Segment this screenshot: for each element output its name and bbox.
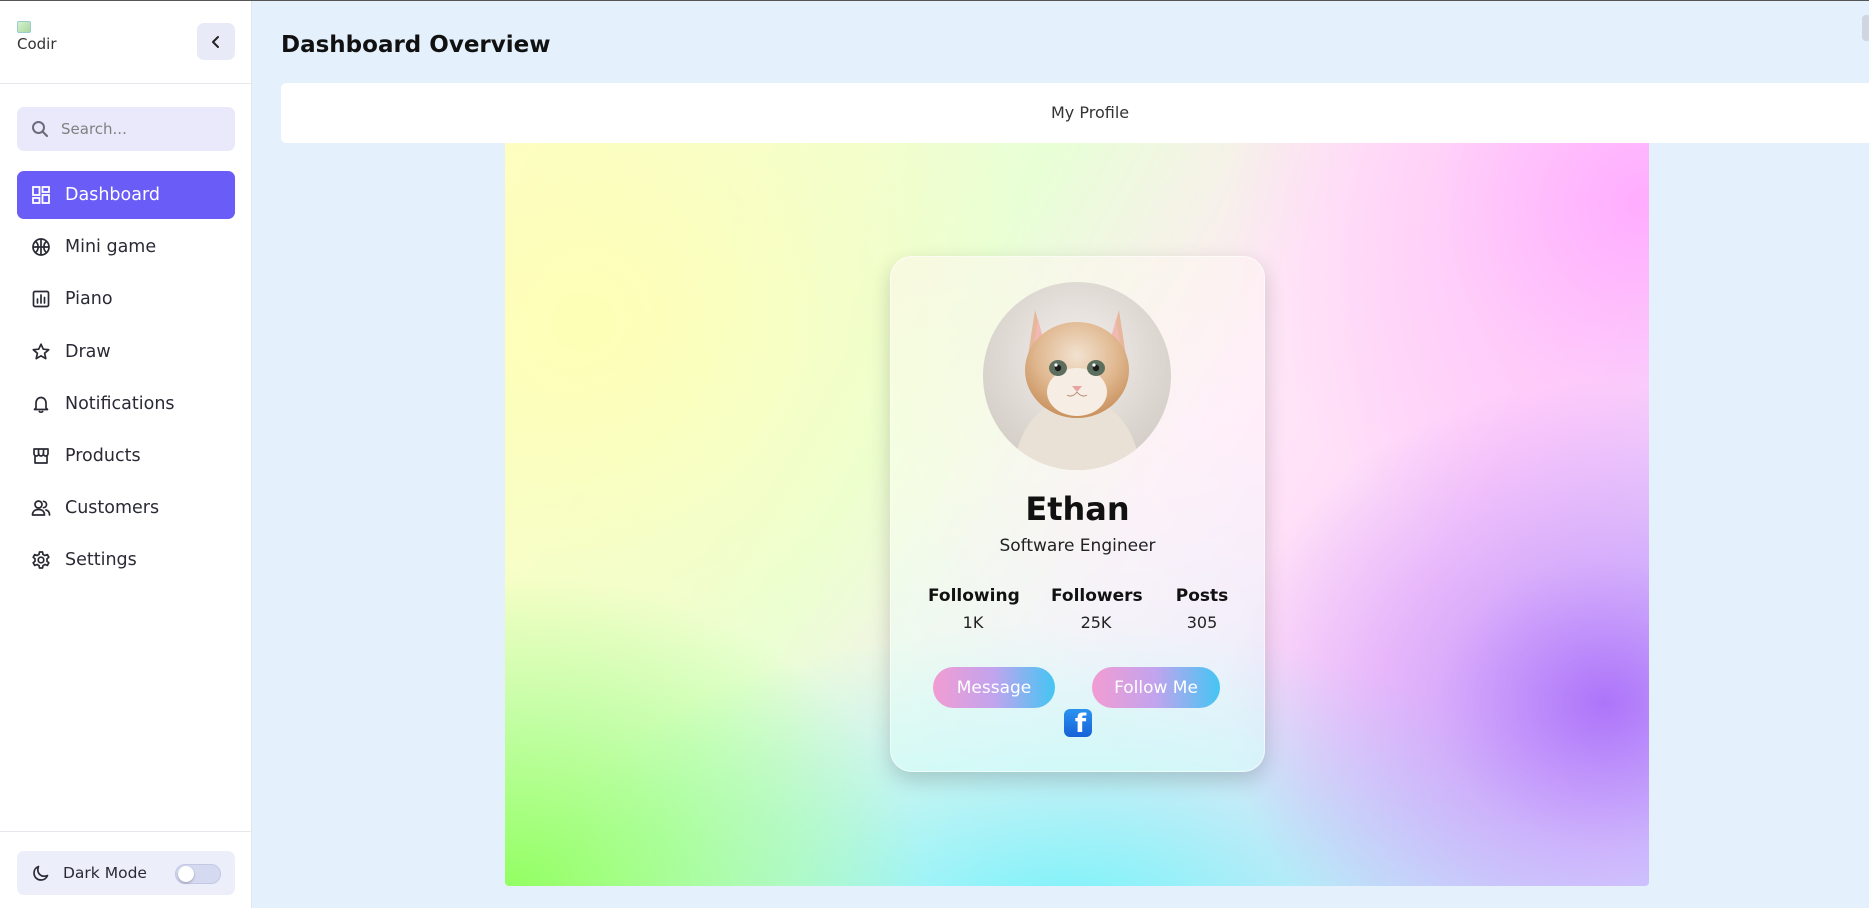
logo[interactable]: Codir xyxy=(17,21,61,57)
logo-area: Codir xyxy=(0,1,251,84)
sidebar-item-label: Notifications xyxy=(65,393,175,414)
tab-bar: My Profile xyxy=(281,83,1869,143)
dark-mode-row: Dark Mode xyxy=(17,851,235,895)
gear-icon xyxy=(31,550,51,570)
sidebar-item-draw[interactable]: Draw xyxy=(17,328,235,376)
toggle-knob xyxy=(178,866,194,882)
stat-label: Following xyxy=(928,586,1020,606)
sidebar-item-settings[interactable]: Settings xyxy=(17,536,235,584)
stat-followers: Followers 25K xyxy=(1051,586,1143,632)
page-title: Dashboard Overview xyxy=(281,32,551,58)
scrollbar[interactable] xyxy=(1862,15,1869,41)
basketball-icon xyxy=(31,237,51,257)
chart-icon xyxy=(31,289,51,309)
kitten-photo xyxy=(983,282,1171,470)
sidebar-item-products[interactable]: Products xyxy=(17,432,235,480)
avatar xyxy=(983,282,1171,470)
profile-role: Software Engineer xyxy=(999,536,1156,556)
dark-mode-toggle[interactable] xyxy=(175,864,221,884)
search-box[interactable] xyxy=(17,107,235,151)
stat-label: Followers xyxy=(1051,586,1143,606)
chevron-left-icon xyxy=(212,35,219,48)
search-input[interactable] xyxy=(61,120,221,138)
logo-alt-text: Codir xyxy=(17,35,57,53)
stat-following: Following 1K xyxy=(928,586,1020,632)
profile-card: Ethan Software Engineer Following 1K Fol… xyxy=(890,256,1265,772)
dark-mode-label: Dark Mode xyxy=(63,864,147,882)
profile-name: Ethan xyxy=(1025,490,1130,528)
star-icon xyxy=(31,342,51,362)
sidebar-footer: Dark Mode xyxy=(0,831,252,908)
users-icon xyxy=(31,498,51,518)
sidebar-item-label: Products xyxy=(65,445,141,466)
sidebar-item-piano[interactable]: Piano xyxy=(17,275,235,323)
sidebar-item-label: Customers xyxy=(65,498,160,519)
stat-value: 1K xyxy=(962,613,984,632)
sidebar-item-label: Draw xyxy=(65,341,111,362)
collapse-sidebar-button[interactable] xyxy=(197,23,235,60)
stat-value: 25K xyxy=(1080,613,1112,632)
sidebar-nav: Dashboard Mini game Piano Draw Notificat… xyxy=(17,171,235,589)
sidebar-item-label: Settings xyxy=(65,550,137,571)
sidebar-item-label: Mini game xyxy=(65,237,157,258)
sidebar-item-label: Piano xyxy=(65,289,113,310)
profile-background: Ethan Software Engineer Following 1K Fol… xyxy=(505,143,1649,886)
stat-posts: Posts 305 xyxy=(1172,586,1232,632)
message-button[interactable]: Message xyxy=(933,667,1055,708)
facebook-icon[interactable]: f xyxy=(1064,709,1092,737)
sidebar-item-label: Dashboard xyxy=(65,185,160,205)
stat-value: 305 xyxy=(1186,613,1218,632)
sidebar: Codir Dashboard Mini game Piano xyxy=(0,1,252,908)
broken-image-icon xyxy=(17,21,31,33)
follow-button[interactable]: Follow Me xyxy=(1092,667,1220,708)
dashboard-icon xyxy=(31,185,51,205)
stat-label: Posts xyxy=(1175,586,1229,606)
sidebar-item-customers[interactable]: Customers xyxy=(17,484,235,532)
sidebar-item-dashboard[interactable]: Dashboard xyxy=(17,171,235,219)
sidebar-item-mini-game[interactable]: Mini game xyxy=(17,223,235,271)
moon-icon xyxy=(31,863,51,883)
store-icon xyxy=(31,446,51,466)
bell-icon xyxy=(31,394,51,414)
tab-my-profile[interactable]: My Profile xyxy=(1051,103,1129,122)
search-icon xyxy=(32,121,49,138)
sidebar-item-notifications[interactable]: Notifications xyxy=(17,380,235,428)
